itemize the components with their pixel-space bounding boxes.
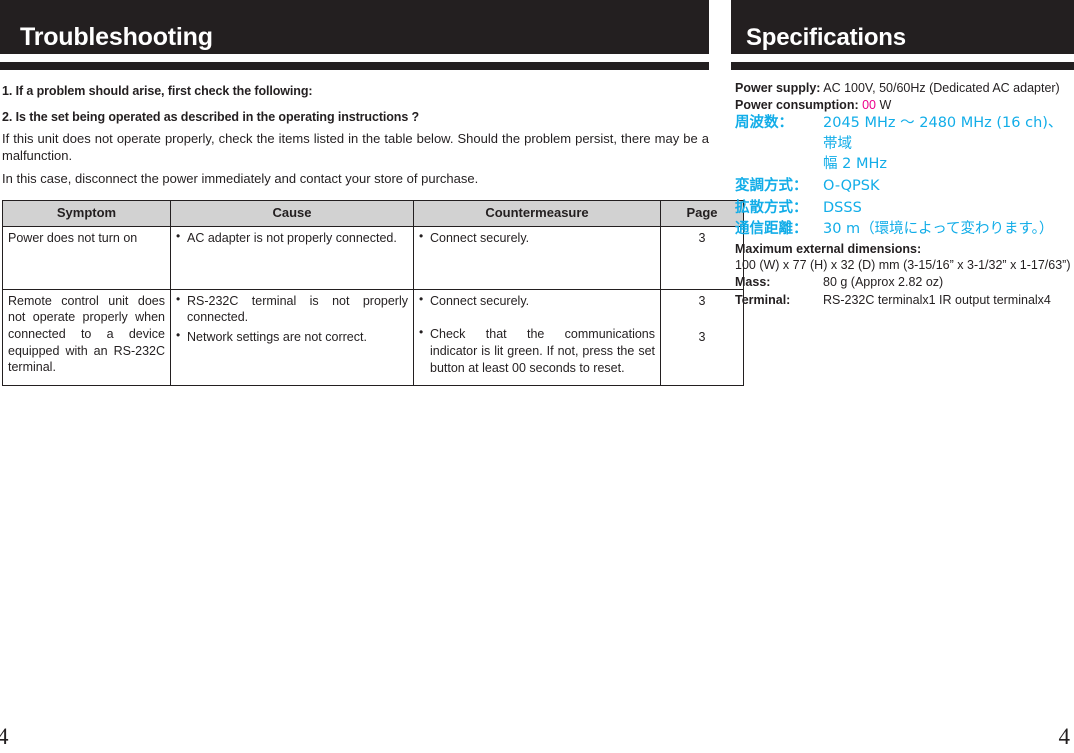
list-item: RS-232C terminal is not properly connect… [176, 292, 408, 326]
spec-range: 通信距離： 30 m（環境によって変わります。） [735, 219, 1074, 240]
right-page: Specifications Power supply: AC 100V, 50… [731, 0, 1074, 753]
intro-paragraph-2: In this case, disconnect the power immed… [2, 171, 479, 187]
spec-value-frequency: 2045 MHz 〜 2480 MHz (16 ch)、帯域 幅 2 MHz [823, 113, 1074, 175]
page-ref: 3 [698, 230, 706, 245]
header-underline-bar-left [0, 62, 709, 70]
cell-symptom: Remote control unit does not operate pro… [2, 288, 171, 386]
cell-countermeasure: Connect securely. Check that the communi… [413, 288, 661, 386]
left-page: Troubleshooting 1. If a problem should a… [0, 0, 744, 753]
cell-cause: AC adapter is not properly connected. [170, 225, 414, 290]
intro-paragraph-1: If this unit does not operate properly, … [2, 131, 709, 164]
spec-label-mass: Mass: [735, 274, 771, 289]
column-header-symptom: Symptom [2, 200, 171, 227]
countermeasure-list: Connect securely. [419, 229, 655, 247]
column-header-cause: Cause [170, 200, 414, 227]
spec-value-power-consumption-unit: W [879, 97, 892, 112]
troubleshooting-section-header: Troubleshooting [0, 0, 709, 54]
spec-value-frequency-line2: 幅 2 MHz [823, 156, 887, 173]
spec-frequency: 周波数： 2045 MHz 〜 2480 MHz (16 ch)、帯域 幅 2 … [735, 113, 1074, 175]
table-header-row: Symptom Cause Countermeasure Page [2, 200, 744, 227]
cause-list: RS-232C terminal is not properly connect… [176, 292, 408, 346]
spec-label-frequency: 周波数： [735, 115, 793, 132]
spec-label-power-supply: Power supply: [735, 81, 821, 95]
spec-label-range: 通信距離： [735, 221, 808, 238]
page-title-troubleshooting: Troubleshooting [20, 23, 213, 51]
cell-countermeasure: Connect securely. [413, 225, 661, 290]
list-item: Connect securely. [419, 292, 655, 310]
spec-power-supply: Power supply: AC 100V, 50/60Hz (Dedicate… [735, 80, 1074, 97]
spec-label-power-consumption: Power consumption: [735, 97, 859, 112]
countermeasure-list: Connect securely. Check that the communi… [419, 292, 655, 377]
spec-value-power-supply: AC 100V, 50/60Hz (Dedicated AC adapter) [823, 81, 1060, 95]
specifications-section-header: Specifications [731, 0, 1074, 54]
intro-step-2: 2. Is the set being operated as describe… [2, 110, 420, 124]
spec-value-modulation: O-QPSK [823, 177, 880, 194]
list-item: Connect securely. [419, 229, 655, 247]
spec-terminal: Terminal: RS-232C terminalx1 IR output t… [735, 292, 1074, 309]
cell-symptom: Power does not turn on [2, 225, 171, 290]
specifications-body: Power supply: AC 100V, 50/60Hz (Dedicate… [731, 70, 1074, 308]
page-ref: 3 [698, 330, 706, 345]
spec-value-dimensions: 100 (W) x 77 (H) x 32 (D) mm (3-15/16” x… [735, 258, 1071, 273]
folio-page-number-left: 4 [0, 724, 9, 749]
spec-label-dimensions: Maximum external dimensions: [735, 241, 922, 256]
spec-label-spread: 拡散方式： [735, 199, 808, 216]
spec-value-range: 30 m（環境によって変わります。） [823, 221, 1054, 238]
folio-page-number-right: 4 [1058, 724, 1071, 749]
cause-list: AC adapter is not properly connected. [176, 229, 408, 247]
list-item: Network settings are not correct. [176, 328, 408, 346]
spec-label-terminal: Terminal: [735, 292, 791, 307]
table-row: Remote control unit does not operate pro… [2, 288, 744, 386]
troubleshooting-table: Symptom Cause Countermeasure Page Power … [2, 200, 744, 386]
spec-value-spread: DSSS [823, 199, 862, 216]
spec-mass: Mass: 80 g (Approx 2.82 oz) [735, 274, 1074, 291]
cell-cause: RS-232C terminal is not properly connect… [170, 288, 414, 386]
page-ref: 3 [698, 293, 706, 308]
spec-power-consumption: Power consumption: 00 W [735, 97, 1074, 114]
page-title-specifications: Specifications [746, 24, 906, 51]
troubleshooting-body: 1. If a problem should arise, first chec… [0, 84, 744, 386]
spec-label-modulation: 変調方式： [735, 177, 808, 194]
spec-modulation: 変調方式： O-QPSK [735, 176, 1074, 197]
spec-value-mass: 80 g (Approx 2.82 oz) [823, 274, 944, 289]
spec-value-power-consumption-highlight: 00 [862, 97, 877, 112]
list-item: Check that the communications indicator … [419, 325, 655, 376]
table-row: Power does not turn on AC adapter is not… [2, 225, 744, 290]
header-underline-bar-right [731, 62, 1074, 70]
intro-step-1: 1. If a problem should arise, first chec… [2, 84, 313, 98]
spec-value-terminal: RS-232C terminalx1 IR output terminalx4 [823, 292, 1051, 307]
list-item: AC adapter is not properly connected. [176, 229, 408, 247]
column-header-countermeasure: Countermeasure [413, 200, 661, 227]
spec-spread: 拡散方式： DSSS [735, 198, 1074, 219]
spec-value-frequency-line1: 2045 MHz 〜 2480 MHz (16 ch)、帯域 [823, 115, 1063, 152]
